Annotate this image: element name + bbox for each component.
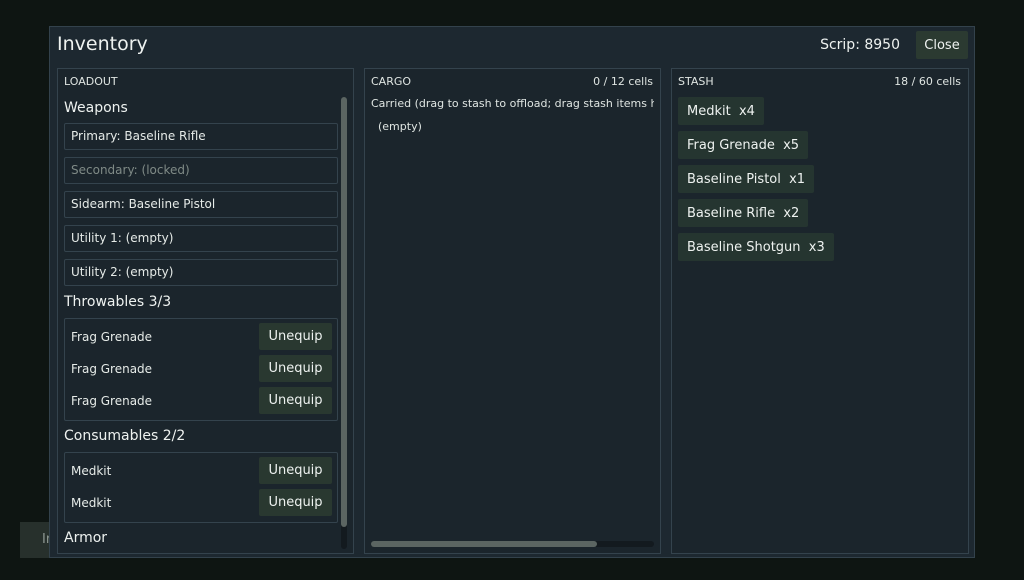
armor-section-title: Armor bbox=[64, 530, 108, 546]
cargo-horizontal-scrollbar[interactable] bbox=[371, 541, 654, 547]
loadout-header: LOADOUT bbox=[64, 75, 346, 91]
weapon-slot-utility-1[interactable]: Utility 1: (empty) bbox=[64, 225, 338, 252]
weapon-slot-utility-2[interactable]: Utility 2: (empty) bbox=[64, 259, 338, 286]
consumables-section-title: Consumables 2/2 bbox=[64, 428, 186, 444]
inventory-modal: Inventory Scrip: 8950 Close LOADOUT Weap… bbox=[49, 26, 975, 558]
cargo-header-label: CARGO bbox=[371, 75, 412, 88]
modal-title: Inventory bbox=[57, 33, 148, 55]
consumable-item-name: Medkit bbox=[71, 496, 112, 510]
weapons-section-title: Weapons bbox=[64, 100, 128, 116]
unequip-throwable-button[interactable]: Unequip bbox=[259, 355, 332, 382]
loadout-header-label: LOADOUT bbox=[64, 75, 118, 88]
close-button[interactable]: Close bbox=[916, 31, 968, 59]
throwable-item-name: Frag Grenade bbox=[71, 362, 153, 376]
weapon-slot-secondary: Secondary: (locked) bbox=[64, 157, 338, 184]
throwables-section-title: Throwables 3/3 bbox=[64, 294, 172, 310]
unequip-throwable-button[interactable]: Unequip bbox=[259, 323, 332, 350]
stash-header: STASH 18 / 60 cells bbox=[678, 75, 961, 91]
unequip-consumable-button[interactable]: Unequip bbox=[259, 457, 332, 484]
unequip-consumable-button[interactable]: Unequip bbox=[259, 489, 332, 516]
unequip-throwable-button[interactable]: Unequip bbox=[259, 387, 332, 414]
stash-cell-count: 18 / 60 cells bbox=[894, 75, 961, 88]
loadout-scrollbar-thumb[interactable] bbox=[341, 97, 347, 527]
throwable-item-name: Frag Grenade bbox=[71, 330, 153, 344]
cargo-instructions: Carried (drag to stash to offload; drag … bbox=[371, 97, 654, 110]
loadout-scrollbar[interactable] bbox=[341, 97, 347, 549]
cargo-header: CARGO 0 / 12 cells bbox=[371, 75, 653, 91]
consumables-list: Medkit Unequip Medkit Unequip bbox=[64, 452, 338, 523]
stash-item-medkit[interactable]: Medkit x4 bbox=[678, 97, 764, 125]
stash-panel: STASH 18 / 60 cells Medkit x4 Frag Grena… bbox=[671, 68, 969, 554]
stash-item-baseline-rifle[interactable]: Baseline Rifle x2 bbox=[678, 199, 809, 227]
consumable-item-name: Medkit bbox=[71, 464, 112, 478]
cargo-cell-count: 0 / 12 cells bbox=[593, 75, 653, 88]
weapon-slot-sidearm[interactable]: Sidearm: Baseline Pistol bbox=[64, 191, 338, 218]
throwables-list: Frag Grenade Unequip Frag Grenade Unequi… bbox=[64, 318, 338, 421]
throwable-item-name: Frag Grenade bbox=[71, 394, 153, 408]
loadout-panel: LOADOUT Weapons Primary: Baseline Rifle … bbox=[57, 68, 354, 554]
cargo-scrollbar-thumb[interactable] bbox=[371, 541, 598, 547]
stash-item-baseline-shotgun[interactable]: Baseline Shotgun x3 bbox=[678, 233, 834, 261]
cargo-panel: CARGO 0 / 12 cells Carried (drag to stas… bbox=[364, 68, 661, 554]
weapon-slot-primary[interactable]: Primary: Baseline Rifle bbox=[64, 123, 338, 150]
cargo-empty-label: (empty) bbox=[378, 120, 422, 133]
stash-item-frag-grenade[interactable]: Frag Grenade x5 bbox=[678, 131, 809, 159]
stash-header-label: STASH bbox=[678, 75, 714, 88]
stash-item-baseline-pistol[interactable]: Baseline Pistol x1 bbox=[678, 165, 815, 193]
scrip-balance: Scrip: 8950 bbox=[820, 37, 900, 53]
